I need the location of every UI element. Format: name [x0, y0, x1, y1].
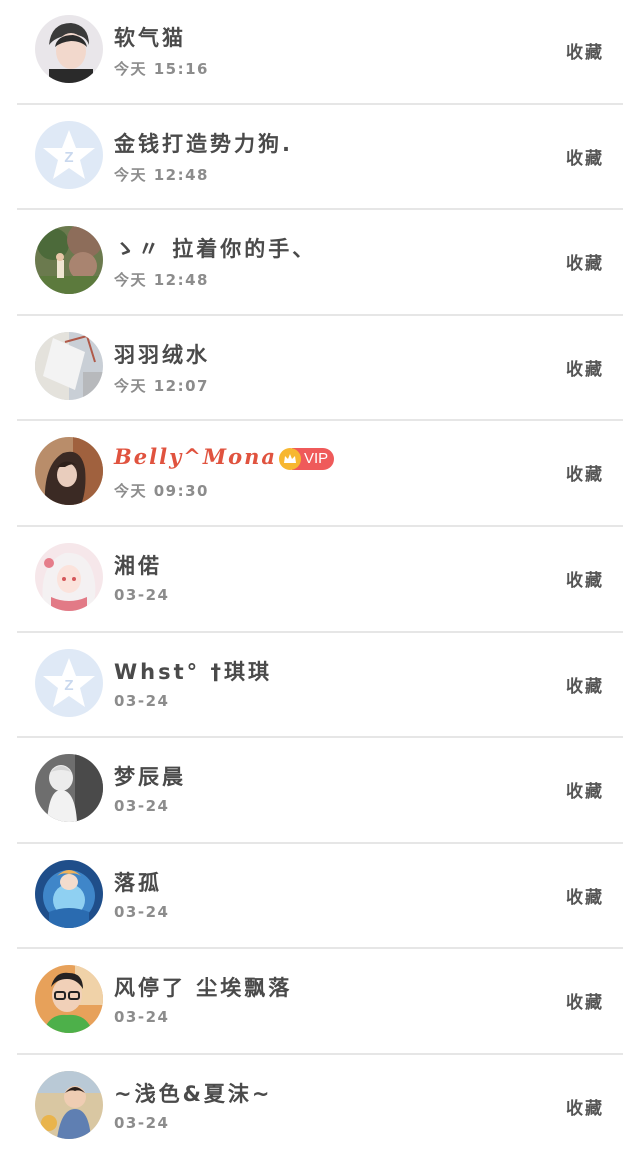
- contact-name: 羽羽绒水: [114, 339, 210, 369]
- contact-row[interactable]: 湘偌 03-24 收藏: [0, 528, 640, 634]
- contact-name-text: 金钱打造势力狗.: [114, 132, 293, 156]
- collect-button[interactable]: 收藏: [566, 988, 604, 1013]
- crown-icon: [279, 447, 301, 470]
- avatar-image: [35, 15, 103, 83]
- avatar[interactable]: Z: [35, 121, 103, 189]
- last-seen-time: 今天 12:48: [114, 271, 209, 289]
- default-avatar-icon: Z: [35, 121, 103, 189]
- avatar[interactable]: [35, 543, 103, 611]
- contact-name: 梦辰晨: [114, 761, 186, 791]
- row-divider: [17, 631, 623, 633]
- contact-name-text: 梦辰晨: [114, 765, 186, 789]
- contact-name: ゝ〃 拉着你的手、: [114, 233, 316, 263]
- contact-row[interactable]: 落孤 03-24 收藏: [0, 845, 640, 951]
- last-seen-time: 今天 12:07: [114, 377, 209, 395]
- contact-row[interactable]: 风停了 尘埃飘落 03-24 收藏: [0, 950, 640, 1056]
- avatar-image: [35, 332, 103, 400]
- contact-row[interactable]: Z 金钱打造势力狗. 今天 12:48 收藏: [0, 106, 640, 212]
- collect-button[interactable]: 收藏: [566, 777, 604, 802]
- row-divider: [17, 103, 623, 105]
- contact-name-text: 湘偌: [114, 554, 162, 578]
- row-divider: [17, 947, 623, 949]
- avatar-image: [35, 437, 103, 505]
- vip-badge: VIP: [279, 447, 335, 470]
- row-divider: [17, 419, 623, 421]
- contact-name-text: Whst° †琪琪: [114, 660, 272, 684]
- contact-name: 湘偌: [114, 550, 162, 580]
- last-seen-time: 03-24: [114, 1114, 170, 1132]
- contact-name: Belly^Mona VIP: [114, 444, 335, 470]
- avatar[interactable]: [35, 860, 103, 928]
- row-divider: [17, 736, 623, 738]
- avatar[interactable]: [35, 1071, 103, 1139]
- row-divider: [17, 525, 623, 527]
- contact-name: ~浅色&夏沫~: [114, 1078, 273, 1108]
- last-seen-time: 03-24: [114, 797, 170, 815]
- collect-button[interactable]: 收藏: [566, 460, 604, 485]
- avatar[interactable]: [35, 332, 103, 400]
- contact-name: 金钱打造势力狗.: [114, 128, 293, 158]
- contact-name-text: ~浅色&夏沫~: [114, 1082, 273, 1106]
- contact-row[interactable]: 羽羽绒水今天 12:07 收藏: [0, 317, 640, 423]
- contact-name: 落孤: [114, 867, 162, 897]
- collect-button[interactable]: 收藏: [566, 38, 604, 63]
- contact-row[interactable]: ~浅色&夏沫~ 03-24 收藏: [0, 1056, 640, 1162]
- contact-row[interactable]: 梦辰晨 03-24 收藏: [0, 739, 640, 845]
- avatar[interactable]: [35, 226, 103, 294]
- avatar-image: [35, 860, 103, 928]
- contact-name-text: 羽羽绒水: [114, 343, 210, 367]
- avatar-image: [35, 965, 103, 1033]
- svg-text:Z: Z: [64, 149, 73, 166]
- collect-button[interactable]: 收藏: [566, 249, 604, 274]
- contact-name: 风停了 尘埃飘落: [114, 972, 292, 1002]
- last-seen-time: 今天 12:48: [114, 166, 209, 184]
- collect-button[interactable]: 收藏: [566, 883, 604, 908]
- contact-name-text: 风停了 尘埃飘落: [114, 976, 293, 1000]
- avatar[interactable]: [35, 437, 103, 505]
- contact-row[interactable]: ゝ〃 拉着你的手、今天 12:48 收藏: [0, 211, 640, 317]
- contact-row[interactable]: Z Whst° †琪琪 03-24 收藏: [0, 634, 640, 740]
- contact-name-text: Belly^Mona: [114, 444, 277, 469]
- avatar-image: [35, 226, 103, 294]
- last-seen-time: 03-24: [114, 1008, 170, 1026]
- row-divider: [17, 314, 623, 316]
- row-divider: [17, 208, 623, 210]
- contact-name: Whst° †琪琪: [114, 656, 272, 686]
- collect-button[interactable]: 收藏: [566, 1094, 604, 1119]
- collect-button[interactable]: 收藏: [566, 566, 604, 591]
- collect-button[interactable]: 收藏: [566, 355, 604, 380]
- default-avatar-icon: Z: [35, 649, 103, 717]
- row-divider: [17, 1053, 623, 1055]
- collect-button[interactable]: 收藏: [566, 672, 604, 697]
- collect-button[interactable]: 收藏: [566, 144, 604, 169]
- last-seen-time: 今天 09:30: [114, 482, 209, 500]
- avatar[interactable]: Z: [35, 649, 103, 717]
- avatar-image: [35, 543, 103, 611]
- contact-name: 软气猫: [114, 22, 186, 52]
- svg-text:Z: Z: [64, 677, 73, 694]
- avatar[interactable]: [35, 965, 103, 1033]
- last-seen-time: 今天 15:16: [114, 60, 209, 78]
- contact-name-text: 落孤: [114, 871, 162, 895]
- contact-row[interactable]: Belly^Mona VIP 今天 09:30 收藏: [0, 422, 640, 528]
- row-divider: [17, 842, 623, 844]
- avatar-image: [35, 754, 103, 822]
- contact-name-text: ゝ〃 拉着你的手、: [114, 237, 317, 261]
- avatar[interactable]: [35, 15, 103, 83]
- last-seen-time: 03-24: [114, 586, 170, 604]
- contact-row[interactable]: 软气猫今天 15:16 收藏: [0, 0, 640, 106]
- avatar[interactable]: [35, 754, 103, 822]
- last-seen-time: 03-24: [114, 903, 170, 921]
- contact-name-text: 软气猫: [114, 26, 186, 50]
- last-seen-time: 03-24: [114, 692, 170, 710]
- avatar-image: [35, 1071, 103, 1139]
